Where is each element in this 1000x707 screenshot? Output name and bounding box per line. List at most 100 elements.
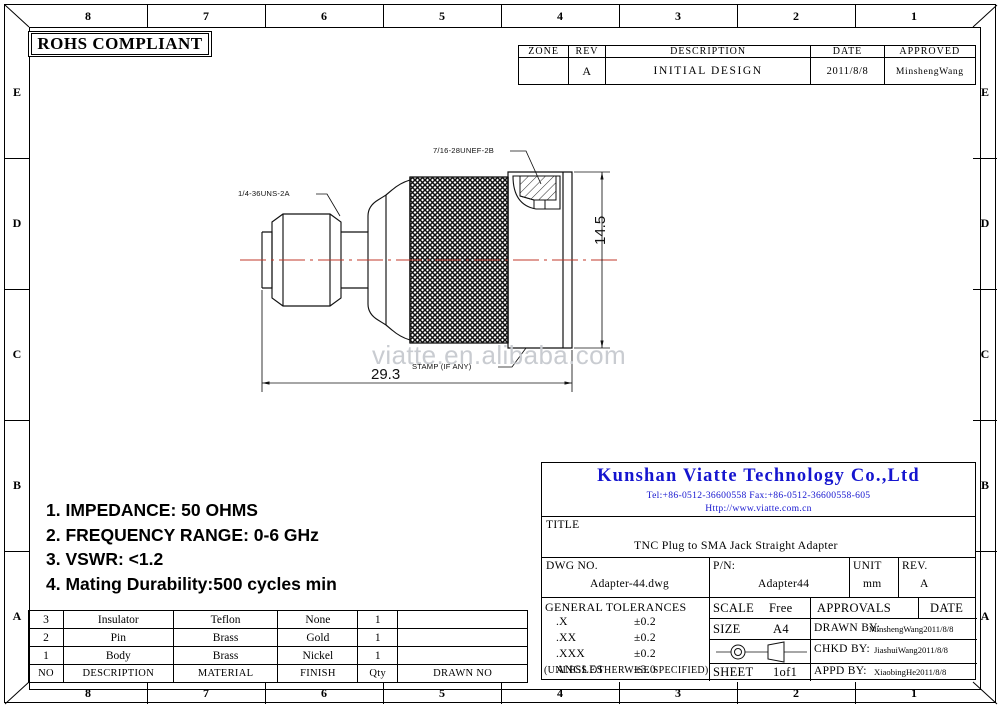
revision-cell-zone [517, 57, 570, 85]
divider [542, 597, 975, 599]
bom-header-drawn-no: DRAWN NO [397, 664, 528, 683]
divider [898, 557, 900, 597]
revision-cell-description: INITIAL DESIGN [604, 57, 812, 85]
sheet-value: 1of1 [773, 665, 798, 679]
dimension-overall-length: 29.3 [371, 366, 401, 383]
bom-header-no: NO [28, 664, 64, 683]
zone-label-3: 3 [675, 8, 681, 23]
zone-tick [265, 682, 266, 704]
zone-label-2: 2 [793, 685, 799, 700]
revision-header-description: DESCRIPTION [604, 45, 812, 58]
chkd-by-value: JiashuiWang2011/8/8 [874, 645, 948, 655]
revision-cell-date: 2011/8/8 [810, 57, 885, 85]
tolerances-note: (UNLESS OTHERWISE SPECIFIED) [544, 665, 709, 676]
tolerance-value-xx: ±0.2 [634, 632, 656, 644]
divider [849, 557, 851, 597]
bom-header-row: NO DESCRIPTION MATERIAL FINISH Qty DRAWN NO [28, 664, 528, 683]
divider [810, 597, 812, 618]
revision-cell-approved: MinshengWang [883, 57, 977, 85]
zone-tick [737, 5, 738, 27]
tolerance-value-xxx: ±0.2 [634, 648, 656, 660]
bom-row: 2 Pin Brass Gold 1 [28, 628, 528, 647]
zone-tick [147, 682, 148, 704]
specification-item-1: 1. IMPEDANCE: 50 OHMS [46, 500, 258, 520]
zone-label-e: E [980, 85, 989, 99]
bom-header-finish: FINISH [277, 664, 359, 683]
zone-tick [619, 682, 620, 704]
specification-list: 1. IMPEDANCE: 50 OHMS 2. FREQUENCY RANGE:… [46, 498, 446, 596]
title-label: TITLE [546, 519, 580, 531]
specification-item-4: 4. Mating Durability:500 cycles min [46, 573, 337, 594]
bom-cell-material: Brass [172, 628, 279, 647]
revision-table-body: A INITIAL DESIGN 2011/8/8 MinshengWang [517, 57, 977, 85]
appd-by-label: APPD BY: [814, 665, 867, 677]
bom-cell-material: Brass [172, 646, 279, 665]
tolerance-name-x: .X [556, 616, 568, 628]
zone-label-8: 8 [85, 685, 91, 700]
dwg-no-label: DWG NO. [546, 560, 598, 572]
zone-label-d: D [980, 216, 990, 230]
zone-label-b: B [980, 478, 989, 492]
zone-tick [973, 289, 997, 290]
zone-tick [501, 5, 502, 27]
size-value: A4 [773, 622, 789, 636]
tnc-thread-callout: 7/16-28UNEF-2B [433, 146, 495, 155]
tolerance-name-xx: .XX [556, 632, 577, 644]
drawn-by-value: MinshengWang2011/8/8 [869, 624, 954, 634]
revision-row: A INITIAL DESIGN 2011/8/8 MinshengWang [517, 57, 977, 85]
rohs-compliant-stamp: ROHS COMPLIANT [28, 31, 212, 57]
bom-cell-description: Pin [62, 628, 174, 647]
dimension-nut-diameter: 14.5 [592, 215, 609, 245]
zone-tick [973, 551, 997, 552]
zone-label-d: D [12, 216, 22, 230]
tolerance-name-xxx: .XXX [556, 648, 585, 660]
zone-tick [383, 682, 384, 704]
revision-header-approved: APPROVED [883, 45, 977, 58]
bom-cell-qty: 1 [357, 646, 399, 665]
unit-value: mm [863, 578, 882, 590]
zone-label-4: 4 [557, 685, 563, 700]
divider [709, 618, 977, 620]
revision-header-rev: REV [568, 45, 606, 58]
zone-label-6: 6 [321, 685, 327, 700]
bom-cell-material: Teflon [172, 610, 279, 629]
watermark: viatte.en.alibaba.com [372, 340, 627, 370]
zone-label-e: E [12, 85, 21, 99]
zone-label-4: 4 [557, 8, 563, 23]
zone-tick [383, 5, 384, 27]
bom-cell-drawn-no [397, 610, 528, 629]
bom-cell-drawn-no [397, 646, 528, 665]
appd-by-value: XiaobingHe2011/8/8 [874, 667, 947, 677]
bom-row: 1 Body Brass Nickel 1 [28, 646, 528, 665]
bom-cell-no: 2 [28, 628, 64, 647]
zone-tick [855, 5, 856, 27]
tolerances-title: GENERAL TOLERANCES [545, 600, 687, 614]
divider [709, 639, 977, 641]
bom-cell-qty: 1 [357, 610, 399, 629]
zone-tick [147, 5, 148, 27]
sma-thread-callout: 1/4-36UNS-2A [238, 189, 290, 198]
zone-tick [5, 420, 29, 421]
specification-item-2: 2. FREQUENCY RANGE: 0-6 GHz [46, 524, 319, 545]
zone-label-1: 1 [911, 685, 917, 700]
zone-tick [855, 682, 856, 704]
unit-label: UNIT [853, 560, 882, 572]
zone-label-1: 1 [911, 8, 917, 23]
bom-cell-description: Insulator [62, 610, 174, 629]
dwg-no-value: Adapter-44.dwg [590, 578, 670, 590]
zone-tick [973, 420, 997, 421]
sheet-label: SHEET [713, 665, 754, 679]
divider [810, 618, 812, 681]
divider [918, 597, 920, 618]
bom-cell-no: 3 [28, 610, 64, 629]
zone-label-7: 7 [203, 8, 209, 23]
bom-row: 3 Insulator Teflon None 1 [28, 610, 528, 629]
pn-label: P/N: [713, 560, 736, 572]
title-value: TNC Plug to SMA Jack Straight Adapter [634, 538, 838, 552]
zone-label-5: 5 [439, 8, 445, 23]
bom-cell-finish: None [277, 610, 359, 629]
specification-item-3: 3. VSWR: <1.2 [46, 549, 164, 569]
zone-label-6: 6 [321, 8, 327, 23]
date-label: DATE [930, 601, 964, 615]
first-angle-projection-icon [716, 641, 807, 663]
